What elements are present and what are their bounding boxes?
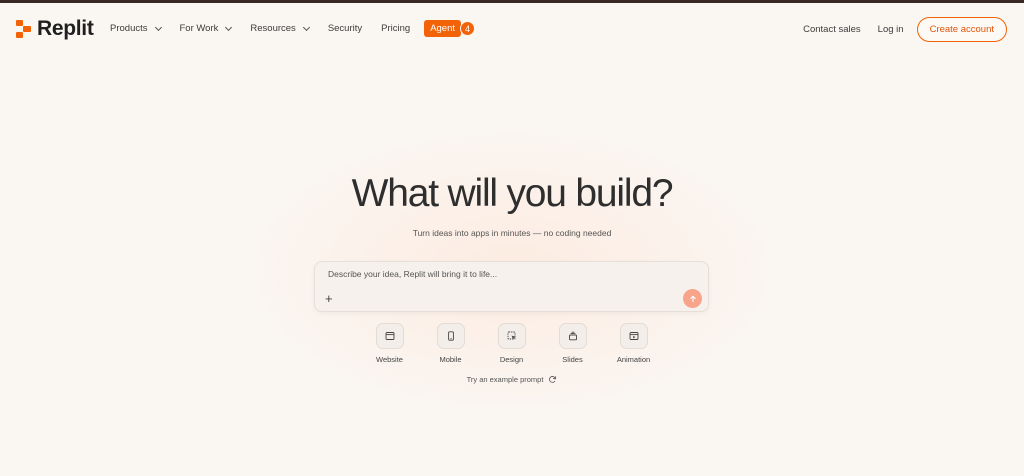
prompt-box: + [314, 261, 709, 312]
agent-pill: Agent [424, 20, 462, 37]
menu-item-pricing[interactable]: Pricing [381, 23, 410, 34]
hero-subtitle: Turn ideas into apps in minutes — no cod… [412, 228, 612, 238]
plus-icon[interactable]: + [325, 291, 333, 306]
project-type-list: Website Mobile Design Slides Animation [369, 323, 674, 364]
category-label: Website [376, 355, 403, 364]
brand-name: Replit [37, 17, 94, 40]
contact-sales-link[interactable]: Contact sales [803, 24, 861, 35]
menu-item-resources[interactable]: Resources [250, 23, 310, 34]
browser-window-icon [375, 323, 404, 349]
category-label: Slides [562, 355, 583, 364]
agent-version-badge: 4 [460, 21, 476, 36]
agent-link[interactable]: Agent 4 [424, 20, 476, 37]
page-title: What will you build? [351, 172, 674, 215]
chevron-down-icon [154, 23, 162, 31]
category-label: Design [499, 355, 524, 364]
arrow-up-icon [689, 295, 696, 302]
category-website[interactable]: Website [369, 323, 410, 364]
menu-item-products[interactable]: Products [110, 23, 162, 34]
top-navigation: Replit Products For Work Resources Secur… [0, 3, 1024, 53]
example-prompt-link[interactable]: Try an example prompt [0, 375, 1024, 384]
replit-logo[interactable]: Replit [16, 17, 94, 41]
example-prompt-label: Try an example prompt [466, 375, 544, 384]
category-mobile[interactable]: Mobile [430, 323, 471, 364]
menu-item-label: Resources [250, 23, 296, 34]
category-label: Mobile [439, 355, 462, 364]
menu-item-label: Security [327, 23, 363, 34]
category-design[interactable]: Design [491, 323, 532, 364]
send-button[interactable] [683, 289, 702, 308]
account-actions: Contact sales Log in Create account [803, 17, 1007, 42]
prompt-input[interactable] [328, 269, 658, 279]
chevron-down-icon [225, 23, 233, 31]
create-account-button[interactable]: Create account [916, 17, 1007, 42]
menu-item-security[interactable]: Security [328, 23, 362, 34]
design-cursor-icon [497, 323, 526, 349]
category-label: Animation [616, 355, 651, 364]
slides-stack-icon [558, 323, 587, 349]
menu-item-label: For Work [179, 23, 219, 34]
menu-item-for-work[interactable]: For Work [179, 23, 233, 34]
replit-logo-icon [16, 20, 31, 38]
category-animation[interactable]: Animation [613, 323, 654, 364]
login-link[interactable]: Log in [878, 24, 904, 35]
main-menu: Products For Work Resources Security Pri… [110, 20, 476, 37]
category-slides[interactable]: Slides [552, 323, 593, 364]
menu-item-label: Pricing [381, 23, 411, 34]
phone-icon [436, 323, 465, 349]
chevron-down-icon [302, 23, 310, 31]
animation-frame-icon [619, 323, 648, 349]
refresh-icon [549, 376, 557, 383]
menu-item-label: Products [110, 23, 148, 34]
